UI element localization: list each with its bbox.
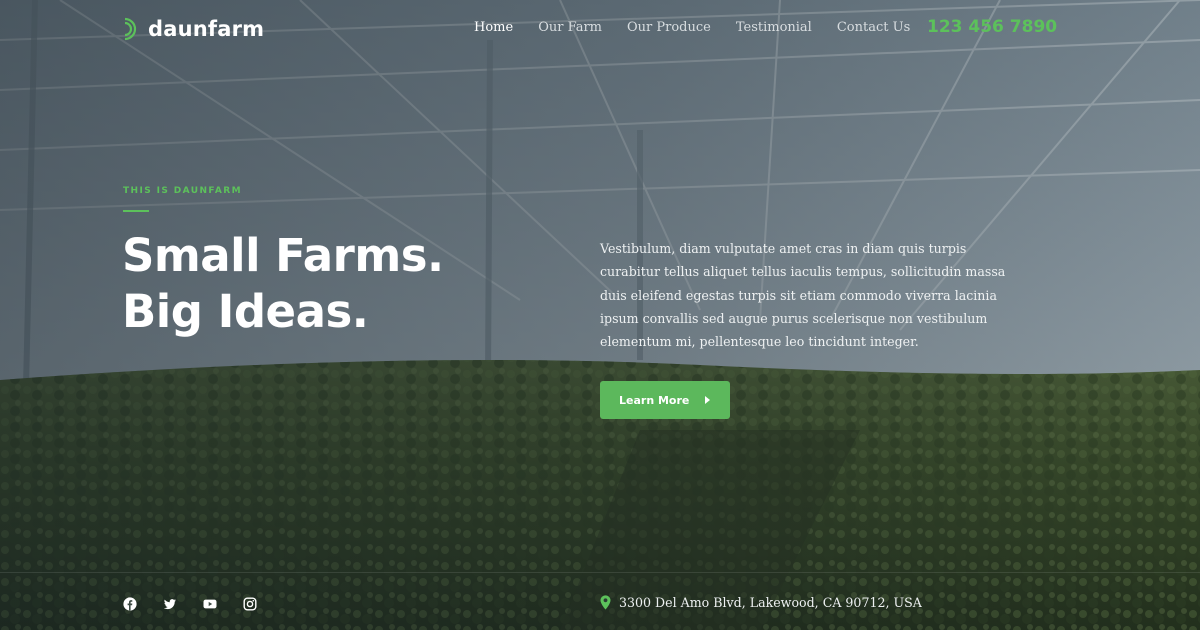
nav-contact-us[interactable]: Contact Us [837,20,910,35]
headline-line-2: Big Ideas. [122,285,369,338]
caret-right-icon [705,396,710,404]
hero-description: Vestibulum, diam vulputate amet cras in … [600,241,1006,350]
footer-divider [0,572,1200,573]
hero-eyebrow: THIS IS DAUNFARM [123,186,242,196]
signal-arcs-icon [124,17,137,41]
hero-headline: Small Farms. Big Ideas. [122,228,444,340]
social-links [123,597,283,611]
facebook-icon[interactable] [123,597,137,611]
nav-home[interactable]: Home [474,20,513,35]
footer-address: 3300 Del Amo Blvd, Lakewood, CA 90712, U… [600,595,922,610]
headline-line-1: Small Farms. [122,229,444,282]
eyebrow-divider [123,210,149,212]
phone-number[interactable]: 123 456 7890 [927,17,1057,37]
address-text: 3300 Del Amo Blvd, Lakewood, CA 90712, U… [619,595,922,610]
instagram-icon[interactable] [243,597,257,611]
twitter-icon[interactable] [163,597,177,611]
nav-testimonial[interactable]: Testimonial [736,20,812,35]
site-header: daunfarm Home Our Farm Our Produce Testi… [0,0,1200,60]
main-nav: Home Our Farm Our Produce Testimonial Co… [474,20,910,35]
youtube-icon[interactable] [203,597,217,611]
nav-our-produce[interactable]: Our Produce [627,20,711,35]
learn-more-button[interactable]: Learn More [600,381,730,419]
brand-logo[interactable]: daunfarm [122,16,264,42]
learn-more-label: Learn More [619,393,690,407]
map-pin-icon [600,595,611,610]
brand-name: daunfarm [148,17,265,41]
nav-our-farm[interactable]: Our Farm [538,20,602,35]
